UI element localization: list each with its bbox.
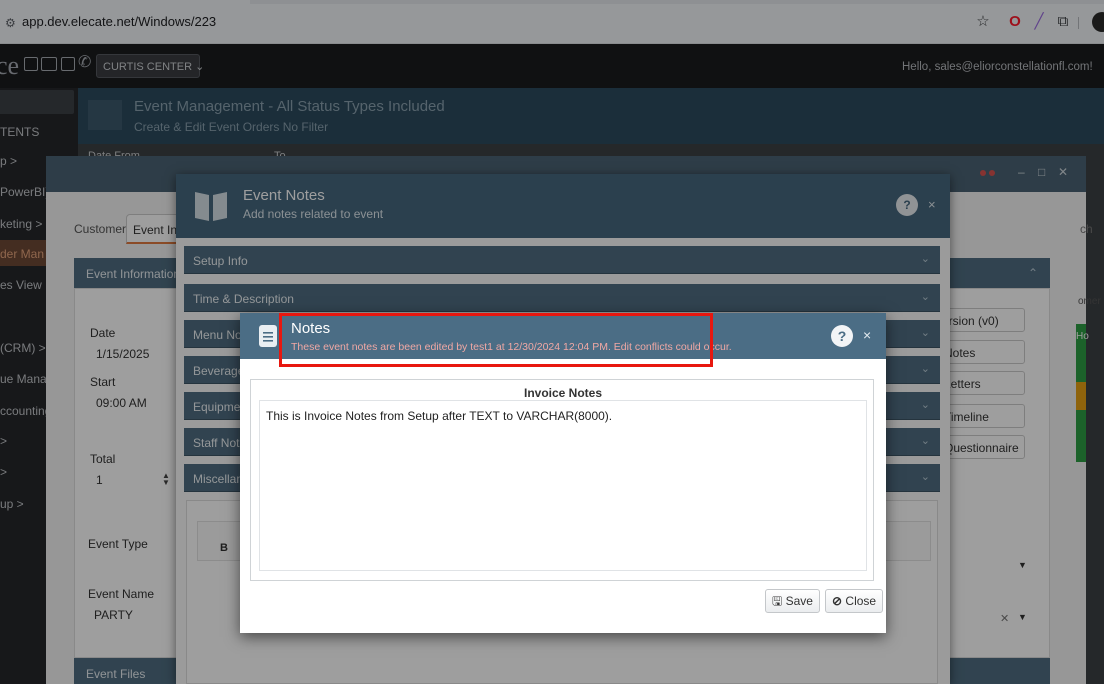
close-icon[interactable]: × [863,327,871,343]
document-icon [259,325,277,347]
invoice-notes-title: Invoice Notes [523,386,603,400]
close-button-label: Close [845,594,877,608]
help-icon[interactable]: ? [831,325,853,347]
floppy-disk-icon: 🖫 [772,594,783,608]
close-circle-icon: ⊘ [832,594,843,608]
save-button[interactable]: 🖫 Save [765,589,820,613]
invoice-notes-textarea[interactable]: This is Invoice Notes from Setup after T… [259,400,867,571]
highlight-box [279,313,713,367]
save-button-label: Save [785,594,813,608]
invoice-notes-panel: Invoice Notes This is Invoice Notes from… [250,379,874,581]
close-button[interactable]: ⊘ Close [825,589,884,613]
